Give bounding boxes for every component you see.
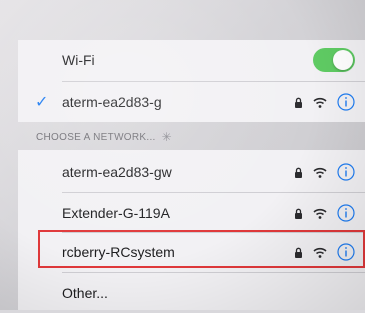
wifi-icon — [313, 167, 327, 178]
lock-icon — [295, 167, 302, 178]
network-icons — [294, 163, 355, 181]
network-name: aterm-ea2d83-gw — [62, 164, 172, 180]
lock-icon — [295, 97, 302, 108]
lock-icon — [295, 208, 302, 219]
toggle-knob — [333, 50, 353, 70]
wifi-settings-group: Wi-Fi ✓ aterm-ea2d83-g — [18, 40, 365, 122]
section-header-label: CHOOSE A NETWORK... — [36, 131, 156, 143]
choose-network-header: CHOOSE A NETWORK... ✳ — [36, 130, 172, 144]
highlight-box — [38, 230, 365, 268]
checkmark-icon: ✓ — [35, 94, 49, 111]
spinner-icon: ✳ — [161, 130, 172, 144]
connected-network-row[interactable]: ✓ aterm-ea2d83-g — [18, 82, 365, 122]
connected-network-icons — [294, 93, 355, 111]
network-row[interactable]: Extender-G-119A — [18, 193, 365, 233]
network-row[interactable]: aterm-ea2d83-gw — [18, 152, 365, 192]
connected-network-name: aterm-ea2d83-g — [62, 94, 162, 110]
wifi-toggle-row[interactable]: Wi-Fi — [18, 40, 365, 80]
wifi-icon — [313, 208, 327, 219]
info-icon[interactable] — [337, 163, 355, 181]
info-icon[interactable] — [337, 204, 355, 222]
wifi-title: Wi-Fi — [62, 52, 95, 68]
info-icon[interactable] — [337, 93, 355, 111]
wifi-toggle[interactable] — [313, 48, 355, 72]
wifi-icon — [313, 97, 327, 108]
other-network-row[interactable]: Other... — [18, 273, 365, 313]
other-label: Other... — [62, 285, 108, 301]
network-icons — [294, 204, 355, 222]
network-name: Extender-G-119A — [62, 205, 170, 221]
